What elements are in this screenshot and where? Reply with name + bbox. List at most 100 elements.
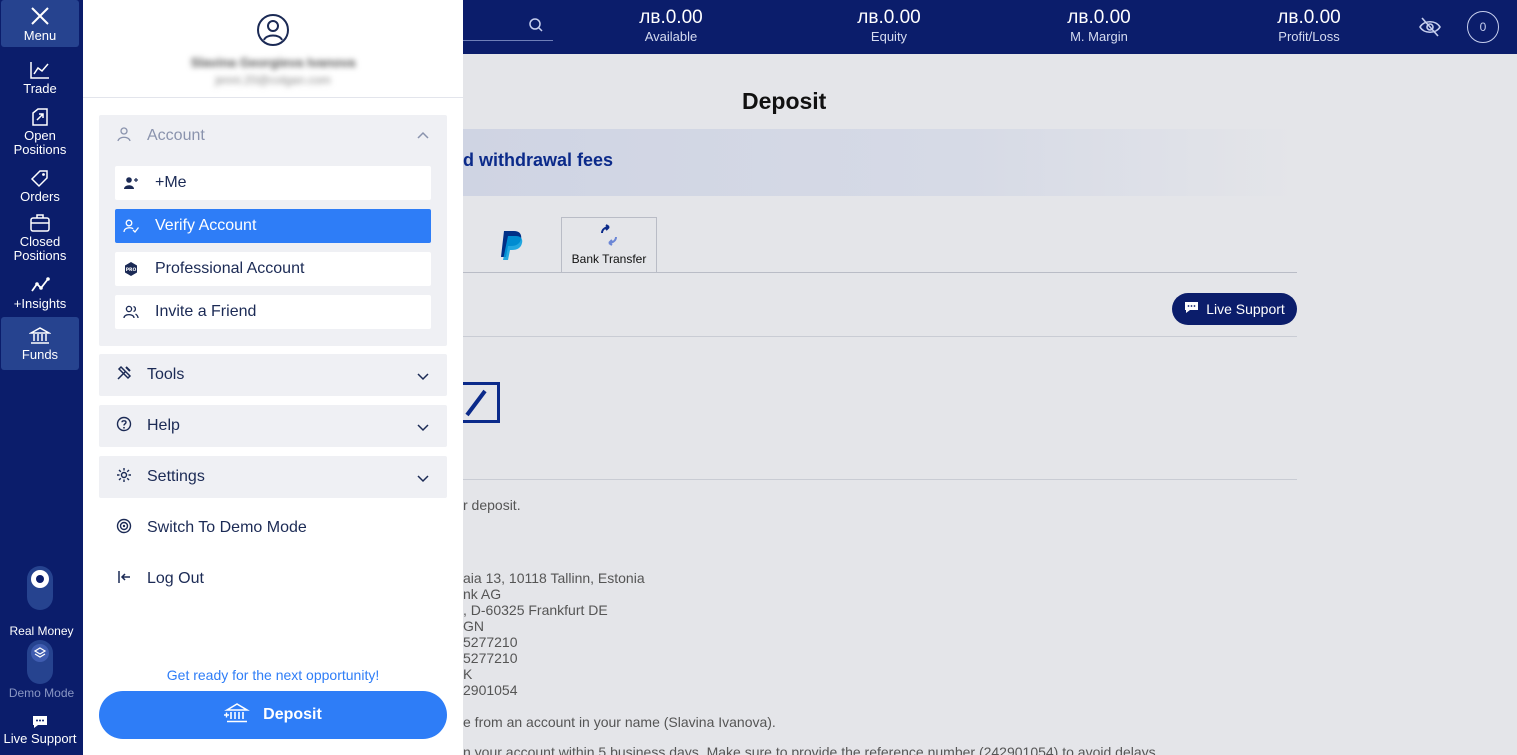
bank-detail: , D-60325 Frankfurt DE xyxy=(463,602,608,618)
insights-icon xyxy=(29,275,51,297)
divider xyxy=(463,336,1297,337)
user-sparkle-icon xyxy=(123,175,139,191)
menu-item-switch-demo[interactable]: Switch To Demo Mode xyxy=(99,507,447,549)
menu-close-button[interactable]: Menu xyxy=(1,0,79,47)
divider xyxy=(463,479,1297,480)
live-support-button[interactable]: Live Support xyxy=(1172,293,1297,325)
chevron-down-icon xyxy=(417,369,429,387)
menu-item-logout[interactable]: Log Out xyxy=(99,558,447,600)
help-icon xyxy=(116,416,132,437)
bank-icon xyxy=(224,702,251,729)
user-name: Slavina Georgieva Ivanova xyxy=(190,55,356,70)
menu-item-label: +Me xyxy=(155,174,187,191)
gear-icon xyxy=(116,467,132,488)
real-money-toggle[interactable] xyxy=(27,566,53,610)
metric-label: Available xyxy=(644,29,698,44)
metric-label: M. Margin xyxy=(1070,29,1128,44)
menu-item-label: Settings xyxy=(147,468,205,485)
search-icon[interactable] xyxy=(528,17,544,38)
rail-item-label: Trade xyxy=(23,81,57,96)
users-icon xyxy=(123,304,139,320)
bank-detail: aia 13, 10118 Tallinn, Estonia xyxy=(463,570,645,586)
menu-item-tools[interactable]: Tools xyxy=(99,354,447,396)
chevron-down-icon xyxy=(417,420,429,438)
account-label: Account xyxy=(147,127,205,144)
menu-item-label: Verify Account xyxy=(155,217,257,234)
chat-icon xyxy=(1184,301,1199,317)
hide-balance-icon[interactable] xyxy=(1418,16,1442,43)
menu-item-settings[interactable]: Settings xyxy=(99,456,447,498)
menu-item-label: Tools xyxy=(147,366,185,383)
tag-icon xyxy=(29,168,51,190)
rail-item-insights[interactable]: +Insights xyxy=(1,272,79,314)
account-section-toggle[interactable]: Account xyxy=(99,115,447,157)
rail-item-trade[interactable]: Trade xyxy=(1,58,79,98)
rail-item-closed-positions[interactable]: Closed Positions xyxy=(1,212,79,264)
rail-item-label: Orders xyxy=(20,189,60,204)
rail-item-label: Open Positions xyxy=(13,128,67,157)
bank-detail: K xyxy=(463,666,473,682)
metric-value: лв.0.00 xyxy=(857,7,921,28)
metric-label: Equity xyxy=(870,29,908,44)
profile-header: Slavina Georgieva Ivanova jenni.20@colga… xyxy=(83,0,463,98)
layers-icon xyxy=(31,644,49,662)
banner-text: d withdrawal fees xyxy=(463,150,614,170)
top-bar: лв.0.00 Available лв.0.00 Equity лв.0.00… xyxy=(463,0,1517,54)
search-input[interactable] xyxy=(463,40,553,41)
menu-item-label: Help xyxy=(147,417,180,434)
menu-item-help[interactable]: Help xyxy=(99,405,447,447)
bank-icon xyxy=(29,326,51,348)
deposit-button[interactable]: Deposit xyxy=(99,691,447,739)
rail-item-orders[interactable]: Orders xyxy=(1,166,79,206)
user-avatar-icon[interactable] xyxy=(256,13,290,52)
chat-icon xyxy=(31,714,49,732)
demo-mode-toggle[interactable] xyxy=(27,640,53,684)
menu-item-label: Switch To Demo Mode xyxy=(147,519,307,536)
user-icon xyxy=(116,126,132,147)
briefcase-icon xyxy=(29,213,51,235)
fees-banner: d withdrawal fees xyxy=(463,129,1297,196)
pro-badge-icon: PRO xyxy=(123,261,139,277)
chevron-up-icon xyxy=(417,129,429,147)
menu-item-professional-account[interactable]: PRO Professional Account xyxy=(115,252,431,286)
demo-mode-label: Demo Mode xyxy=(8,686,75,700)
menu-panel: Slavina Georgieva Ivanova jenni.20@colga… xyxy=(83,0,463,755)
rail-item-label: Live Support xyxy=(3,731,77,746)
instruction-text: e from an account in your name (Slavina … xyxy=(463,714,776,730)
tab-label: Bank Transfer xyxy=(571,252,647,266)
rail-item-label: Funds xyxy=(21,346,59,362)
menu-item-me[interactable]: +Me xyxy=(115,166,431,200)
menu-label: Menu xyxy=(23,27,57,43)
account-section: Account +Me Verify Account PRO Professio… xyxy=(99,115,447,346)
rail-item-funds[interactable]: Funds xyxy=(1,317,79,370)
rail-item-live-support[interactable]: Live Support xyxy=(1,705,79,755)
rail-item-open-positions[interactable]: Open Positions xyxy=(1,106,79,158)
instruction-text: n your account within 5 business days. M… xyxy=(463,744,1160,755)
menu-item-label: Log Out xyxy=(147,570,204,587)
open-positions-icon xyxy=(29,107,51,129)
promo-text: Get ready for the next opportunity! xyxy=(166,667,380,683)
menu-item-label: Professional Account xyxy=(155,260,305,277)
bank-detail: GN xyxy=(463,618,484,634)
left-rail: Menu Trade Open Positions Orders Closed … xyxy=(0,0,83,755)
user-check-icon xyxy=(123,218,139,234)
bank-detail: 2901054 xyxy=(463,682,518,698)
tools-icon xyxy=(116,365,132,386)
menu-item-invite-friend[interactable]: Invite a Friend xyxy=(115,295,431,329)
metric-margin: лв.0.00 M. Margin xyxy=(1029,7,1169,45)
menu-item-verify-account[interactable]: Verify Account xyxy=(115,209,431,243)
menu-item-label: Invite a Friend xyxy=(155,303,257,320)
deposit-label: Deposit xyxy=(263,706,322,723)
metric-value: лв.0.00 xyxy=(1067,7,1131,28)
rail-item-label: Closed Positions xyxy=(13,234,67,263)
metric-label: Profit/Loss xyxy=(1278,29,1340,44)
paypal-icon[interactable] xyxy=(499,229,525,266)
bank-transfer-icon xyxy=(598,224,620,249)
real-money-label: Real Money xyxy=(9,624,74,638)
metric-profit-loss: лв.0.00 Profit/Loss xyxy=(1239,7,1379,45)
bank-detail: 5277210 xyxy=(463,634,518,650)
bank-detail: 5277210 xyxy=(463,650,518,666)
tab-bank-transfer[interactable]: Bank Transfer xyxy=(561,217,657,273)
notifications-badge[interactable]: 0 xyxy=(1467,11,1499,43)
metric-value: лв.0.00 xyxy=(639,7,703,28)
